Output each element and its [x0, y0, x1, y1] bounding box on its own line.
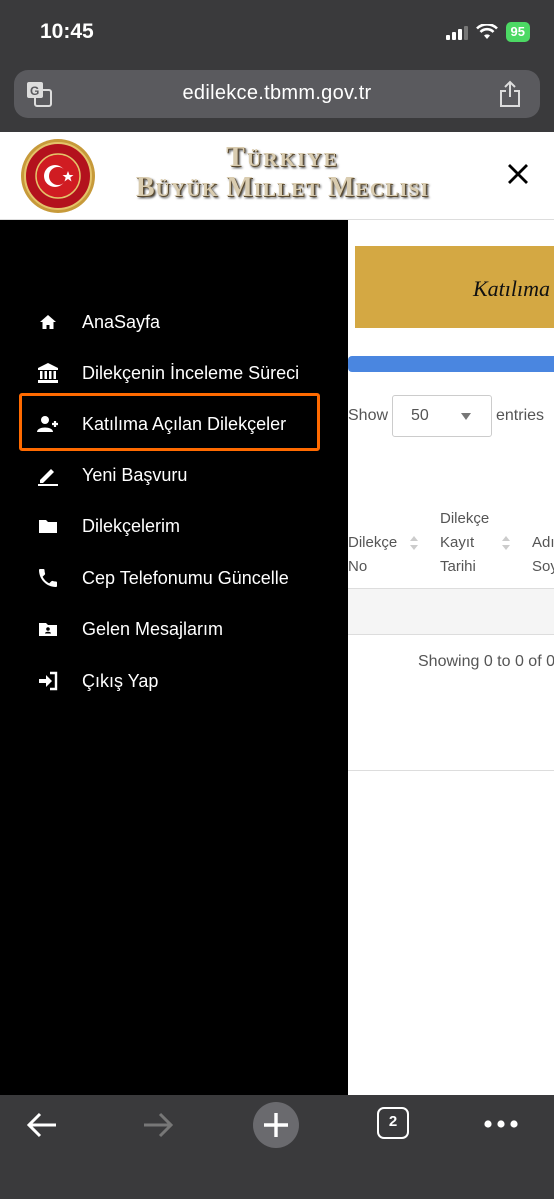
screen: 10:45 95 G edilekce.tbmm.gov.tr Türkiye …: [0, 0, 554, 1199]
menu-item-label: Gelen Mesajlarım: [82, 618, 224, 639]
entries-select-value: 50: [411, 407, 429, 424]
address-bar[interactable]: G edilekce.tbmm.gov.tr: [14, 70, 540, 118]
menu-item-dilekcelerim[interactable]: Dilekçelerim: [36, 506, 326, 546]
new-tab-icon[interactable]: [252, 1101, 300, 1149]
entries-label: entries: [496, 407, 545, 424]
column-label: No: [348, 558, 368, 575]
sort-icon[interactable]: [410, 536, 420, 552]
page-banner: Katılıma: [355, 246, 554, 328]
menu-item-cikis-yap[interactable]: Çıkış Yap: [36, 661, 326, 701]
cellular-signal-icon: [445, 24, 468, 40]
menu-item-label: Yeni Başvuru: [82, 464, 188, 485]
menu-item-inceleme-sureci[interactable]: Dilekçenin İnceleme Süreci: [36, 353, 326, 393]
wifi-icon: [475, 24, 498, 39]
column-label: Adı: [532, 534, 554, 551]
back-arrow-icon[interactable]: [24, 1107, 60, 1143]
column-header-kayit-tarihi[interactable]: Dilekçe Kayıt Tarihi: [440, 507, 489, 579]
more-options-icon[interactable]: [484, 1119, 518, 1129]
browser-toolbar: 2: [0, 1095, 554, 1199]
phone-icon: [39, 569, 57, 587]
status-icons: 95: [445, 22, 530, 42]
sort-icon[interactable]: [502, 536, 512, 552]
menu-item-label: AnaSayfa: [82, 311, 161, 332]
close-menu-icon[interactable]: [506, 162, 530, 186]
menu-item-label: Çıkış Yap: [82, 670, 159, 691]
column-label: Soy: [532, 558, 554, 575]
menu-item-label: Cep Telefonumu Güncelle: [82, 567, 289, 588]
share-icon[interactable]: [498, 80, 522, 108]
caret-down-icon: [461, 413, 471, 420]
column-header-dilekce-no[interactable]: Dilekçe No: [348, 531, 397, 579]
column-label: Dilekçe: [348, 534, 398, 551]
browser-top-bar: 10:45 95 G edilekce.tbmm.gov.tr: [0, 0, 554, 132]
status-time: 10:45: [40, 20, 94, 43]
sign-in-icon: [39, 671, 58, 691]
message-folder-icon: [39, 623, 57, 636]
tab-count-button[interactable]: 2: [377, 1107, 409, 1139]
progress-bar: [348, 356, 554, 372]
menu-item-anasayfa[interactable]: AnaSayfa: [36, 302, 326, 342]
menu-item-gelen-mesajlarim[interactable]: Gelen Mesajlarım: [36, 609, 326, 649]
folder-icon: [39, 520, 57, 533]
home-icon: [40, 315, 56, 329]
battery-indicator: 95: [505, 22, 530, 42]
menu-item-label: Dilekçenin İnceleme Süreci: [82, 362, 300, 383]
column-label: Tarihi: [440, 558, 476, 575]
page-content: Katılıma Show 50 entries Dilekçe No Dile…: [348, 220, 554, 1095]
divider: [348, 770, 554, 771]
column-label: Kayıt: [440, 534, 475, 551]
banner-title: Katılıma: [473, 276, 551, 301]
institution-icon: [38, 363, 58, 383]
forward-arrow-icon[interactable]: [140, 1107, 176, 1143]
table-info: Showing 0 to 0 of 0: [418, 653, 554, 670]
table-row: [348, 589, 554, 635]
pencil-icon: [38, 469, 58, 486]
site-title-line2: Büyük Millet Meclisi: [135, 172, 430, 203]
menu-item-cep-telefonu[interactable]: Cep Telefonumu Güncelle: [36, 558, 326, 598]
entries-select[interactable]: 50: [392, 395, 492, 437]
url-text[interactable]: edilekce.tbmm.gov.tr: [14, 82, 540, 105]
side-menu: AnaSayfa Dilekçenin İnceleme Süreci Katı…: [0, 220, 348, 1095]
site-title-line1: Türkiye: [226, 142, 339, 173]
site-title: Türkiye Büyük Millet Meclisi: [110, 144, 455, 208]
column-label: Dilekçe: [440, 510, 490, 527]
highlight-box: [19, 393, 320, 451]
tbmm-seal-logo[interactable]: [20, 138, 96, 214]
menu-item-yeni-basvuru[interactable]: Yeni Başvuru: [36, 455, 326, 495]
column-header-adi-soyadi[interactable]: Adı Soy: [532, 531, 554, 579]
menu-item-label: Dilekçelerim: [82, 515, 181, 536]
show-label: Show: [348, 407, 389, 424]
site-header: Türkiye Büyük Millet Meclisi: [0, 132, 554, 220]
